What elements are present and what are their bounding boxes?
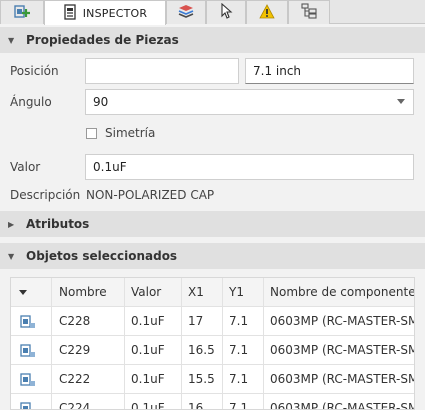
warning-icon bbox=[259, 3, 275, 22]
value-field[interactable]: 0.1uF bbox=[85, 154, 414, 180]
hierarchy-icon bbox=[301, 3, 317, 22]
mirror-checkbox[interactable] bbox=[86, 128, 97, 139]
chevron-right-icon: ▶ bbox=[8, 219, 15, 229]
column-header-y1[interactable]: Y1 bbox=[222, 278, 263, 307]
table-cell-y1: 7.1 bbox=[222, 394, 263, 409]
selected-objects-table: Nombre Valor X1 Y1 Nombre de componente … bbox=[10, 277, 415, 410]
table-cell-component: 0603MP (RC-MASTER-SMD bbox=[263, 336, 414, 365]
add-part-icon bbox=[13, 3, 31, 22]
table-cell-name: C224 bbox=[51, 394, 124, 409]
table-row[interactable]: C229 0.1uF 16.5 7.1 0603MP (RC-MASTER-SMD bbox=[11, 336, 414, 365]
part-icon bbox=[11, 307, 51, 336]
part-icon bbox=[11, 394, 51, 409]
table-header-row: Nombre Valor X1 Y1 Nombre de componente bbox=[11, 278, 414, 307]
tab-add-part[interactable] bbox=[0, 0, 44, 24]
table-cell-name: C228 bbox=[51, 307, 124, 336]
sort-column-header[interactable] bbox=[11, 278, 51, 307]
description-value: NON-POLARIZED CAP bbox=[86, 188, 215, 202]
table-cell-x1: 16.5 bbox=[181, 336, 222, 365]
column-header-x1[interactable]: X1 bbox=[181, 278, 222, 307]
table-cell-name: C222 bbox=[51, 365, 124, 394]
section-title-attributes: Atributos bbox=[26, 217, 90, 231]
part-icon bbox=[11, 365, 51, 394]
section-header-selected[interactable]: ▼ Objetos seleccionados bbox=[0, 243, 425, 269]
tab-select[interactable] bbox=[206, 0, 246, 24]
table-cell-x1: 17 bbox=[181, 307, 222, 336]
inspector-icon bbox=[63, 3, 77, 23]
value-label: Valor bbox=[10, 160, 41, 174]
chevron-down-icon: ▼ bbox=[8, 35, 15, 45]
layers-icon bbox=[177, 3, 195, 22]
section-header-properties[interactable]: ▼ Propiedades de Piezas bbox=[0, 27, 425, 53]
table-cell-component: 0603MP (RC-MASTER-SMD bbox=[263, 365, 414, 394]
table-cell-value: 0.1uF bbox=[124, 365, 181, 394]
sort-arrow-icon bbox=[19, 290, 27, 295]
table-cell-value: 0.1uF bbox=[124, 394, 181, 409]
position-x-field[interactable] bbox=[85, 58, 239, 84]
position-label: Posición bbox=[10, 64, 59, 78]
column-header-name[interactable]: Nombre bbox=[51, 278, 124, 307]
section-title-selected: Objetos seleccionados bbox=[26, 249, 178, 263]
mirror-label: Simetría bbox=[105, 126, 156, 140]
table-cell-component: 0603MP (RC-MASTER-SMD bbox=[263, 307, 414, 336]
position-y-field[interactable]: 7.1 inch bbox=[245, 58, 414, 84]
cursor-icon bbox=[219, 2, 233, 22]
table-cell-y1: 7.1 bbox=[222, 365, 263, 394]
tab-inspector-label: INSPECTOR bbox=[82, 6, 148, 20]
column-header-component[interactable]: Nombre de componente bbox=[263, 278, 414, 307]
column-header-value[interactable]: Valor bbox=[124, 278, 181, 307]
table-cell-name: C229 bbox=[51, 336, 124, 365]
table-cell-component: 0603MP (RC-MASTER-SMD bbox=[263, 394, 414, 409]
chevron-down-icon: ▼ bbox=[8, 251, 15, 261]
panel-tab-bar: INSPECTOR bbox=[0, 0, 425, 25]
chevron-down-icon bbox=[397, 99, 405, 104]
table-cell-value: 0.1uF bbox=[124, 336, 181, 365]
tab-hierarchy[interactable] bbox=[288, 0, 330, 24]
table-cell-x1: 15.5 bbox=[181, 365, 222, 394]
angle-select[interactable]: 90 bbox=[85, 89, 414, 115]
table-cell-x1: 16 bbox=[181, 394, 222, 409]
table-row[interactable]: C222 0.1uF 15.5 7.1 0603MP (RC-MASTER-SMD bbox=[11, 365, 414, 394]
table-row[interactable]: C224 0.1uF 16 7.1 0603MP (RC-MASTER-SMD bbox=[11, 394, 414, 409]
table-cell-y1: 7.1 bbox=[222, 307, 263, 336]
section-title-properties: Propiedades de Piezas bbox=[26, 33, 179, 47]
table-row[interactable]: C228 0.1uF 17 7.1 0603MP (RC-MASTER-SMD bbox=[11, 307, 414, 336]
table-cell-value: 0.1uF bbox=[124, 307, 181, 336]
table-cell-y1: 7.1 bbox=[222, 336, 263, 365]
tab-layers[interactable] bbox=[166, 0, 206, 24]
part-icon bbox=[11, 336, 51, 365]
angle-label: Ángulo bbox=[10, 95, 52, 109]
description-label: Descripción bbox=[10, 188, 81, 202]
angle-select-value: 90 bbox=[93, 95, 109, 109]
section-header-attributes[interactable]: ▶ Atributos bbox=[0, 211, 425, 237]
tab-inspector[interactable]: INSPECTOR bbox=[44, 0, 166, 25]
tab-warnings[interactable] bbox=[246, 0, 288, 24]
